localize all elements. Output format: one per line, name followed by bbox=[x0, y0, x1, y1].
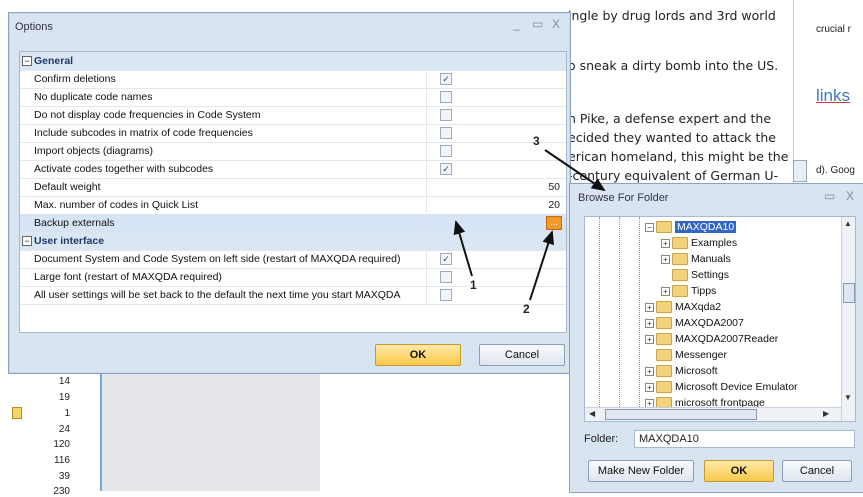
arrow-2 bbox=[529, 230, 555, 301]
annotation-arrows bbox=[453, 149, 606, 301]
annotation-2: 2 bbox=[523, 302, 530, 316]
arrow-1 bbox=[453, 220, 473, 277]
arrow-3 bbox=[544, 149, 606, 192]
annotation-3: 3 bbox=[533, 134, 540, 148]
annotation-1: 1 bbox=[470, 278, 477, 292]
